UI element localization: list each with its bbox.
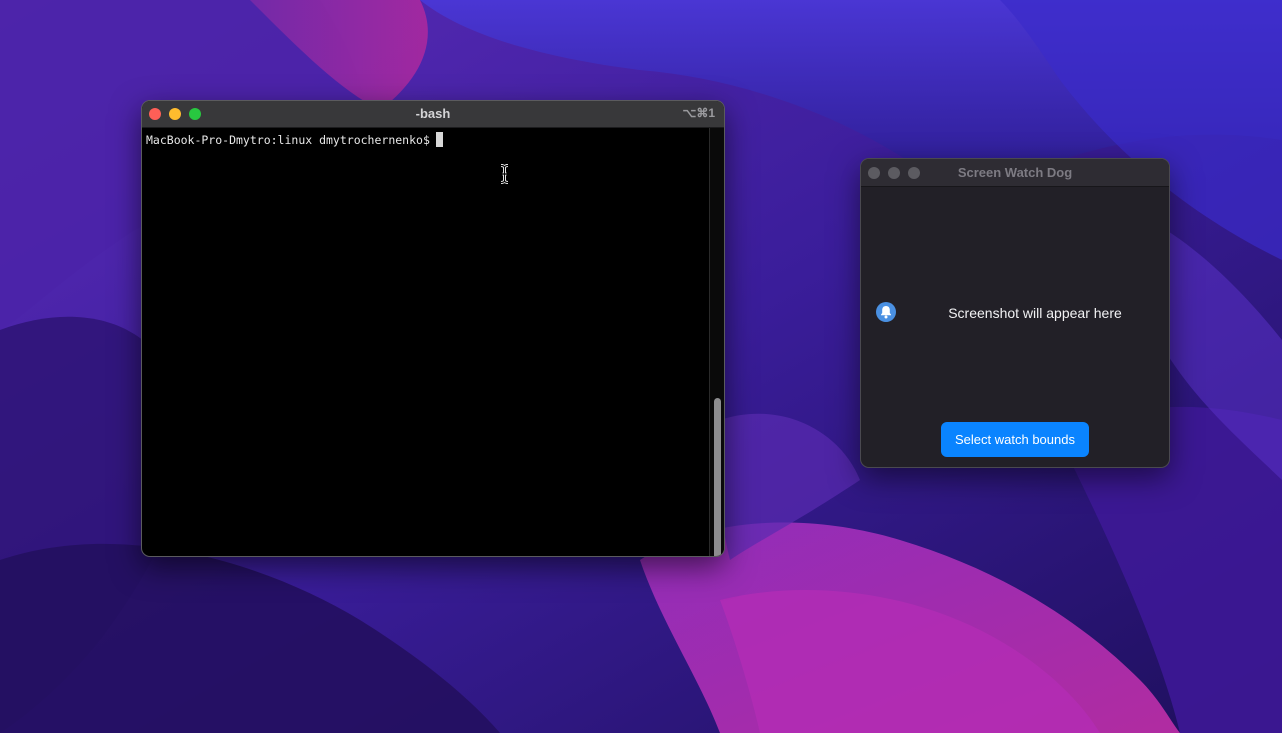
select-watch-bounds-button[interactable]: Select watch bounds <box>941 422 1089 457</box>
shell-prompt: MacBook-Pro-Dmytro:linux dmytrochernenko… <box>146 133 430 147</box>
terminal-scrollbar-thumb[interactable] <box>714 398 721 556</box>
screen-watch-dog-window[interactable]: Screen Watch Dog Screenshot will appear … <box>860 158 1170 468</box>
terminal-titlebar[interactable]: -bash ⌥⌘1 <box>142 101 724 128</box>
bell-icon <box>876 302 896 322</box>
terminal-window[interactable]: -bash ⌥⌘1 MacBook-Pro-Dmytro:linux dmytr… <box>141 100 725 557</box>
i-beam-cursor-icon <box>500 164 509 184</box>
terminal-scrollbar[interactable] <box>709 128 724 556</box>
terminal-output[interactable]: MacBook-Pro-Dmytro:linux dmytrochernenko… <box>146 132 443 147</box>
text-cursor <box>435 132 443 147</box>
screenshot-placeholder-text: Screenshot will appear here <box>948 305 1122 321</box>
swd-titlebar[interactable]: Screen Watch Dog <box>861 159 1169 187</box>
window-shortcut-label: ⌥⌘1 <box>682 106 715 120</box>
swd-title: Screen Watch Dog <box>957 165 1073 180</box>
terminal-title: -bash <box>415 106 451 121</box>
